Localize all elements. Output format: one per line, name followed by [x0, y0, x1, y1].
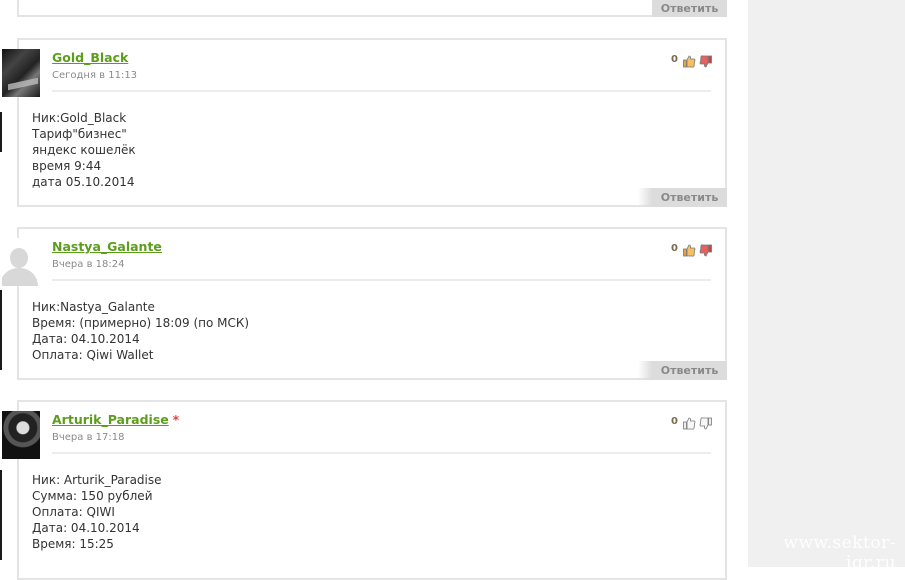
avatar[interactable] [2, 238, 40, 286]
comment-line: дата 05.10.2014 [32, 175, 135, 189]
comment-timestamp: Вчера в 18:24 [52, 259, 125, 270]
comment-line: Оплата: QIWI [32, 505, 115, 519]
comment-body: Ник:Gold_Black Тариф"бизнес" яндекс коше… [32, 110, 136, 190]
right-panel [748, 0, 905, 567]
rating-count: 0 [671, 242, 678, 254]
comment-line: Тариф"бизнес" [32, 127, 127, 141]
comment-line: время 9:44 [32, 159, 102, 173]
comment-author-link[interactable]: Nastya_Galante [52, 239, 162, 254]
comment-line: Оплата: Qiwi Wallet [32, 348, 154, 362]
reply-button[interactable]: Ответить [638, 361, 727, 380]
left-edge-decoration [0, 112, 2, 152]
comment-line: яндекс кошелёк [32, 143, 136, 157]
comment-rating: 0 [671, 413, 712, 430]
thumbs-up-icon[interactable] [683, 242, 696, 257]
partial-card-bottom [17, 15, 727, 17]
comment-line: Дата: 04.10.2014 [32, 332, 140, 346]
thumbs-down-icon[interactable] [699, 53, 712, 67]
comment-separator [52, 90, 711, 92]
comment-card: Arturik_Paradise * Вчера в 17:18 0 Ник: A… [2, 400, 727, 580]
rating-count: 0 [671, 53, 678, 65]
thumbs-up-icon[interactable] [683, 415, 696, 430]
comment-line: Сумма: 150 рублей [32, 489, 153, 503]
thumbs-up-icon[interactable] [683, 53, 696, 68]
watermark: www.sektor-igr.ru [783, 533, 896, 573]
comment-timestamp: Вчера в 17:18 [52, 432, 125, 443]
comment-line: Время: 15:25 [32, 537, 114, 551]
comment-rating: 0 [671, 51, 712, 68]
thumbs-down-icon[interactable] [699, 242, 712, 256]
comment-line: Ник:Nastya_Galante [32, 300, 155, 314]
comment-line: Ник:Gold_Black [32, 111, 127, 125]
comment-separator [52, 279, 711, 281]
reply-button[interactable]: Ответить [638, 188, 727, 207]
comment-line: Дата: 04.10.2014 [32, 521, 140, 535]
comment-author-wrapper: Arturik_Paradise * [52, 412, 179, 427]
comment-line: Время: (примерно) 18:09 (по МСК) [32, 316, 250, 330]
comment-card: Nastya_Galante Вчера в 18:24 0 Ник:Nasty… [2, 227, 727, 380]
comment-body: Ник: Arturik_Paradise Сумма: 150 рублей … [32, 472, 162, 552]
rating-count: 0 [671, 415, 678, 427]
avatar[interactable] [2, 49, 40, 97]
comment-timestamp: Сегодня в 11:13 [52, 70, 138, 81]
comment-line: Ник: Arturik_Paradise [32, 473, 162, 487]
reply-button-partial[interactable]: Ответить [652, 0, 727, 17]
comment-body: Ник:Nastya_Galante Время: (примерно) 18:… [32, 299, 249, 363]
author-star-icon: * [172, 413, 180, 427]
comment-author-link[interactable]: Gold_Black [52, 50, 128, 65]
partial-card-border [17, 0, 19, 16]
avatar[interactable] [2, 411, 40, 459]
left-edge-decoration [0, 290, 2, 370]
comment-separator [52, 452, 711, 454]
thumbs-down-icon[interactable] [699, 415, 712, 429]
comment-card: Gold_Black Сегодня в 11:13 0 Ник:Gold_Bl… [2, 38, 727, 207]
comment-author-link[interactable]: Arturik_Paradise [52, 412, 169, 427]
left-edge-decoration [0, 470, 2, 560]
comment-rating: 0 [671, 240, 712, 257]
